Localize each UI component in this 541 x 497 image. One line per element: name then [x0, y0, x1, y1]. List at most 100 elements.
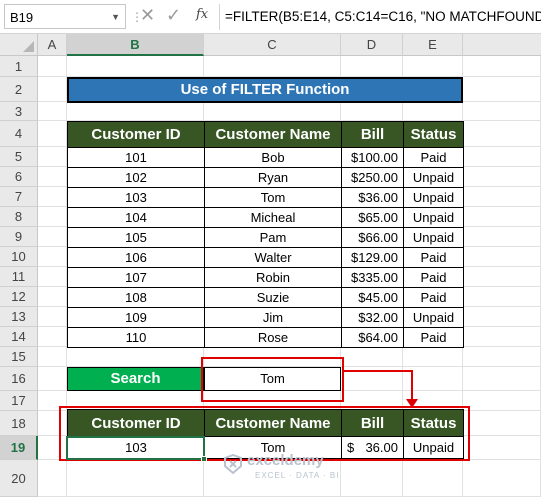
grid-cell[interactable] — [67, 56, 204, 77]
cell-customer-name[interactable]: Rose — [204, 327, 342, 348]
grid-cell[interactable] — [463, 77, 541, 102]
grid-cell[interactable] — [463, 367, 541, 391]
cell-customer-name[interactable]: Tom — [204, 187, 342, 208]
row-header-13[interactable]: 13 — [0, 307, 38, 327]
header-customer-id[interactable]: Customer ID — [67, 121, 205, 148]
cell-customer-name[interactable]: Robin — [204, 267, 342, 288]
cell-customer-name[interactable]: Suzie — [204, 287, 342, 308]
row-header-12[interactable]: 12 — [0, 287, 38, 307]
row-header-20[interactable]: 20 — [0, 460, 38, 497]
active-cell-b19[interactable] — [66, 436, 207, 462]
insert-function-icon[interactable]: fx — [196, 7, 208, 22]
grid-cell[interactable] — [463, 121, 541, 147]
grid-cell[interactable] — [38, 460, 67, 497]
cell-customer-name[interactable]: Bob — [204, 147, 342, 168]
grid-cell[interactable] — [67, 347, 204, 367]
formula-input[interactable]: =FILTER(B5:E14, C5:C14=C16, "NO MATCHFOU… — [225, 9, 541, 24]
cell-customer-id[interactable]: 101 — [67, 147, 205, 168]
cell-status[interactable]: Paid — [403, 247, 464, 268]
enter-icon[interactable]: ✓ — [166, 5, 181, 26]
chevron-down-icon[interactable]: ▼ — [111, 12, 120, 22]
row-header-11[interactable]: 11 — [0, 267, 38, 287]
row-header-4[interactable]: 4 — [0, 121, 38, 147]
grid-cell[interactable] — [463, 436, 541, 460]
cell-customer-id[interactable]: 109 — [67, 307, 205, 328]
grid-cell[interactable] — [38, 207, 67, 227]
row-header-8[interactable]: 8 — [0, 207, 38, 227]
grid-cell[interactable] — [463, 307, 541, 327]
cell-customer-id[interactable]: 105 — [67, 227, 205, 248]
cell-bill[interactable]: $64.00 — [341, 327, 404, 348]
grid-cell[interactable] — [463, 287, 541, 307]
cell-status[interactable]: Paid — [403, 147, 464, 168]
column-header-b[interactable]: B — [67, 34, 204, 56]
grid-cell[interactable] — [38, 227, 67, 247]
grid-cell[interactable] — [38, 77, 67, 102]
grid-cell[interactable] — [38, 307, 67, 327]
cell-customer-id[interactable]: 104 — [67, 207, 205, 228]
row-header-9[interactable]: 9 — [0, 227, 38, 247]
cell-status[interactable]: Unpaid — [403, 227, 464, 248]
grid-cell[interactable] — [463, 247, 541, 267]
cell-customer-id[interactable]: 110 — [67, 327, 205, 348]
cell-bill[interactable]: $250.00 — [341, 167, 404, 188]
grid-cell[interactable] — [463, 187, 541, 207]
grid-cell[interactable] — [403, 56, 463, 77]
grid-cell[interactable] — [463, 207, 541, 227]
cell-bill[interactable]: $335.00 — [341, 267, 404, 288]
grid-cell[interactable] — [463, 167, 541, 187]
grid-cell[interactable] — [463, 227, 541, 247]
cell-customer-name[interactable]: Micheal — [204, 207, 342, 228]
cell-customer-name[interactable]: Walter — [204, 247, 342, 268]
column-header-a[interactable]: A — [38, 34, 67, 56]
grid-cell[interactable] — [38, 287, 67, 307]
grid-cell[interactable] — [38, 347, 67, 367]
grid-cell[interactable] — [38, 102, 67, 121]
cell-bill[interactable]: $129.00 — [341, 247, 404, 268]
grid-cell[interactable] — [463, 56, 541, 77]
row-header-18[interactable]: 18 — [0, 411, 38, 436]
cell-customer-name[interactable]: Jim — [204, 307, 342, 328]
cell-customer-id[interactable]: 102 — [67, 167, 205, 188]
row-header-3[interactable]: 3 — [0, 102, 38, 121]
grid-cell[interactable] — [38, 367, 67, 391]
grid-cell[interactable] — [204, 56, 341, 77]
grid-cell[interactable] — [341, 56, 403, 77]
row-header-17[interactable]: 17 — [0, 391, 38, 411]
grid-cell[interactable] — [67, 460, 204, 497]
cell-status[interactable]: Unpaid — [403, 207, 464, 228]
grid-cell[interactable] — [463, 347, 541, 367]
cell-status[interactable]: Paid — [403, 287, 464, 308]
row-header-6[interactable]: 6 — [0, 167, 38, 187]
cell-status[interactable]: Unpaid — [403, 187, 464, 208]
grid-cell[interactable] — [403, 460, 463, 497]
cell-bill[interactable]: $65.00 — [341, 207, 404, 228]
column-header-d[interactable]: D — [341, 34, 403, 56]
cell-customer-id[interactable]: 107 — [67, 267, 205, 288]
cell-status[interactable]: Unpaid — [403, 167, 464, 188]
grid-cell[interactable] — [463, 102, 541, 121]
grid-cell[interactable] — [204, 102, 341, 121]
row-header-1[interactable]: 1 — [0, 56, 38, 77]
cell-customer-id[interactable]: 106 — [67, 247, 205, 268]
grid-cell[interactable] — [341, 347, 403, 367]
cell-bill[interactable]: $66.00 — [341, 227, 404, 248]
row-header-16[interactable]: 16 — [0, 367, 38, 391]
row-header-14[interactable]: 14 — [0, 327, 38, 347]
cell-bill[interactable]: $100.00 — [341, 147, 404, 168]
grid-cell[interactable] — [403, 347, 463, 367]
grid-cell[interactable] — [38, 267, 67, 287]
row-header-7[interactable]: 7 — [0, 187, 38, 207]
grid-cell[interactable] — [38, 187, 67, 207]
grid-cell[interactable] — [38, 56, 67, 77]
grid-cell[interactable] — [463, 147, 541, 167]
cell-customer-id[interactable]: 108 — [67, 287, 205, 308]
grid-cell[interactable] — [341, 460, 403, 497]
fill-handle[interactable] — [201, 456, 207, 462]
name-box[interactable]: B19 ▼ — [4, 4, 126, 29]
cell-customer-id[interactable]: 103 — [67, 187, 205, 208]
row-header-15[interactable]: 15 — [0, 347, 38, 367]
cell-bill[interactable]: $32.00 — [341, 307, 404, 328]
grid-cell[interactable] — [38, 327, 67, 347]
grid-cell[interactable] — [38, 121, 67, 147]
